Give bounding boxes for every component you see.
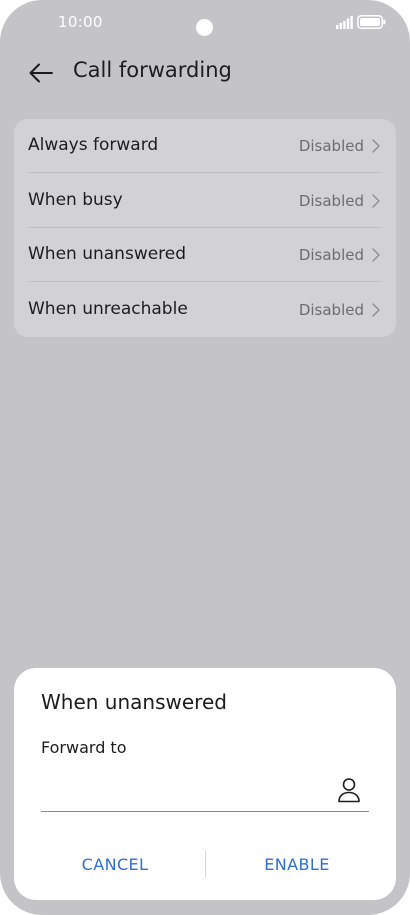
status-time: 10:00 bbox=[58, 13, 103, 31]
chevron-right-icon bbox=[372, 248, 380, 262]
chevron-right-icon bbox=[372, 139, 380, 153]
forward-dialog: When unanswered Forward to CANCEL ENABLE bbox=[14, 668, 396, 900]
contact-picker-button[interactable] bbox=[334, 775, 364, 805]
forward-number-input[interactable] bbox=[41, 774, 331, 806]
app-header: Call forwarding bbox=[0, 50, 410, 96]
person-icon bbox=[338, 778, 360, 803]
status-bar: 10:00 bbox=[0, 0, 410, 46]
page-title: Call forwarding bbox=[73, 58, 232, 82]
forwarding-options-list: Always forward Disabled When busy Disabl… bbox=[14, 119, 396, 337]
battery-icon bbox=[357, 15, 386, 29]
setting-status: Disabled bbox=[298, 301, 364, 319]
setting-row-when-busy[interactable]: When busy Disabled bbox=[14, 174, 396, 228]
setting-row-when-unreachable[interactable]: When unreachable Disabled bbox=[14, 283, 396, 337]
setting-status: Disabled bbox=[298, 137, 364, 155]
forward-to-label: Forward to bbox=[41, 738, 127, 757]
setting-label: When busy bbox=[28, 190, 123, 210]
dialog-actions: CANCEL ENABLE bbox=[14, 842, 396, 886]
setting-status: Disabled bbox=[298, 246, 364, 264]
setting-row-always-forward[interactable]: Always forward Disabled bbox=[14, 119, 396, 173]
chevron-right-icon bbox=[372, 303, 380, 317]
dialog-title: When unanswered bbox=[41, 690, 227, 714]
arrow-left-icon bbox=[29, 63, 53, 83]
setting-label: When unanswered bbox=[28, 244, 187, 264]
camera-cutout bbox=[196, 19, 213, 36]
row-divider bbox=[28, 172, 382, 173]
setting-label: Always forward bbox=[28, 135, 159, 155]
chevron-right-icon bbox=[372, 194, 380, 208]
back-button[interactable] bbox=[26, 58, 56, 88]
input-underline bbox=[41, 811, 369, 812]
signal-icon bbox=[336, 16, 353, 29]
row-divider bbox=[28, 281, 382, 282]
enable-button[interactable]: ENABLE bbox=[204, 842, 390, 886]
phone-screen: 10:00 Call forwarding Always forward Dis… bbox=[0, 0, 410, 915]
setting-label: When unreachable bbox=[28, 299, 188, 319]
setting-row-when-unanswered[interactable]: When unanswered Disabled bbox=[14, 228, 396, 282]
setting-status: Disabled bbox=[298, 192, 364, 210]
cancel-button[interactable]: CANCEL bbox=[22, 842, 208, 886]
